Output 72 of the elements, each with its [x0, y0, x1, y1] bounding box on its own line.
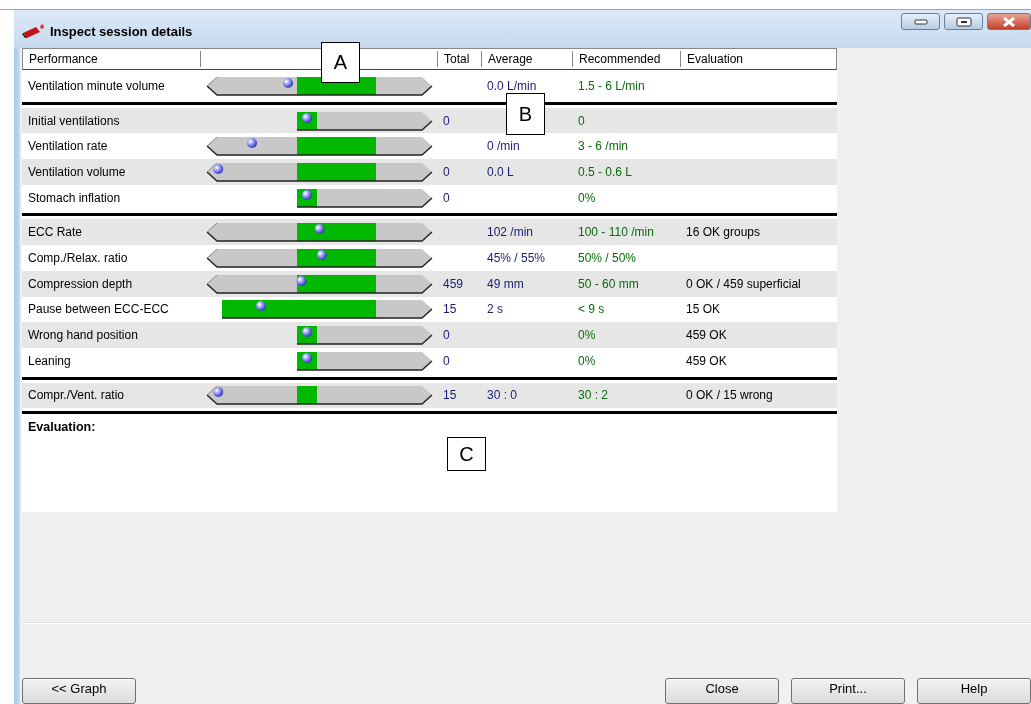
table-cell-text: 0%: [577, 190, 597, 205]
table-cell-text: 15: [442, 302, 458, 317]
callout-label: B: [506, 93, 545, 135]
column-header: Recommended: [573, 51, 681, 67]
target-zone: [297, 386, 317, 405]
row-label: Ventilation volume: [27, 164, 127, 179]
table-cell-text: 0: [442, 164, 451, 179]
row-label: Comp./Relax. ratio: [27, 250, 129, 265]
minimize-icon: [913, 18, 928, 25]
table-cell-text: 30 : 2: [577, 388, 610, 403]
table-cell-text: 1.5 - 6 L/min: [577, 78, 646, 93]
column-header: Total: [438, 51, 482, 67]
table-cell-text: 0 OK / 15 wrong: [685, 388, 774, 403]
minimize-button[interactable]: [901, 13, 940, 30]
row-label: Stomach inflation: [27, 190, 122, 205]
row-label: ECC Rate: [27, 225, 84, 240]
gauge-thumb: [302, 189, 312, 200]
callout-label: C: [447, 437, 486, 471]
table-cell-text: 50 - 60 mm: [577, 276, 640, 291]
table-cell-text: 49 mm: [486, 276, 525, 291]
row-label: Leaning: [27, 353, 72, 368]
table-cell-text: 0: [442, 328, 451, 343]
dialog-button[interactable]: Print...: [791, 678, 905, 704]
evaluation-heading: Evaluation:: [28, 420, 96, 435]
window-title: Inspect session details: [50, 23, 193, 39]
row-label: Pause between ECC-ECC: [27, 302, 170, 317]
table-cell-text: 102 /min: [486, 225, 535, 240]
dialog-button[interactable]: << Graph: [22, 678, 136, 704]
column-header: Performance: [23, 51, 201, 67]
column-header: Average: [482, 51, 573, 67]
gauge-thumb: [302, 352, 312, 363]
table-cell-text: 0.5 - 0.6 L: [577, 164, 634, 179]
table-cell-text: < 9 s: [577, 302, 606, 317]
table-cell-text: 0: [442, 353, 451, 368]
column-header: Evaluation: [686, 51, 745, 67]
close-button[interactable]: [987, 13, 1031, 30]
maximize-icon: [955, 16, 972, 27]
table-cell-text: 15: [442, 388, 458, 403]
table-cell-text: 0 /min: [486, 139, 521, 154]
table-cell-text: 459: [442, 276, 465, 291]
close-icon: [1002, 16, 1016, 27]
table-cell-text: 0: [577, 113, 586, 128]
table-cell-text: 0: [442, 113, 451, 128]
row-label: Wrong hand position: [27, 328, 139, 343]
table-cell-text: 0.0 L: [486, 164, 515, 179]
table-cell-text: 3 - 6 /min: [577, 139, 629, 154]
row-label: Ventilation rate: [27, 139, 109, 154]
dialog-button[interactable]: Close: [665, 678, 779, 704]
table-cell-text: 100 - 110 /min: [577, 225, 655, 240]
table-cell-text: 0%: [577, 353, 597, 368]
row-label: Compr./Vent. ratio: [27, 388, 126, 403]
gauge-thumb: [302, 112, 312, 123]
row-label: Initial ventilations: [27, 113, 121, 128]
gauge-thumb: [302, 327, 312, 338]
table-cell-text: 45% / 55%: [486, 250, 547, 265]
table-cell-text: 0 OK / 459 superficial: [685, 276, 802, 291]
row-label: Ventilation minute volume: [27, 78, 166, 93]
table-cell-text: 2 s: [486, 302, 504, 317]
row-label: Compression depth: [27, 276, 134, 291]
table-cell-text: 0%: [577, 328, 597, 343]
table-cell-text: 459 OK: [685, 328, 728, 343]
callout-label: A: [321, 42, 360, 83]
table-cell-text: 459 OK: [685, 353, 728, 368]
table-cell-text: 16 OK groups: [685, 225, 762, 240]
table-cell-text: 50% / 50%: [577, 250, 638, 265]
table-cell-text: 0.0 L/min: [486, 78, 538, 93]
app-logo-icon: [22, 23, 46, 39]
table-cell-text: 0: [442, 190, 451, 205]
dialog-button[interactable]: Help: [917, 678, 1031, 704]
table-cell-text: 15 OK: [685, 302, 722, 317]
maximize-button[interactable]: [944, 13, 983, 30]
table-cell-text: 30 : 0: [486, 388, 519, 403]
